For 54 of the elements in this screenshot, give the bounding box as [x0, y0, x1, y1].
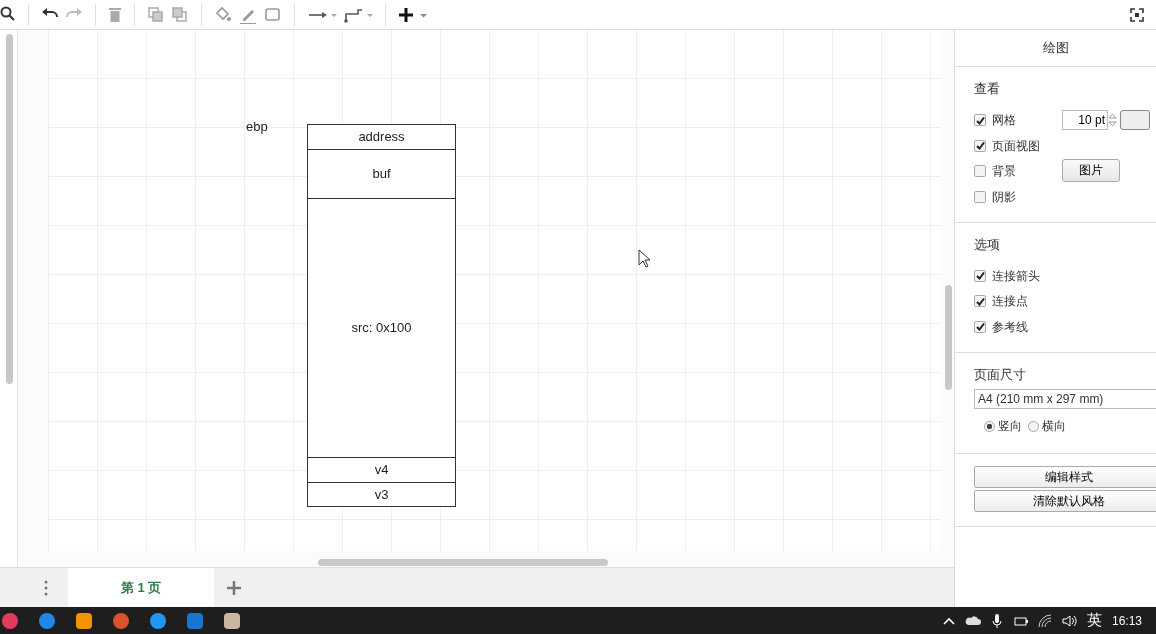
panel-button[interactable]: 编辑样式: [974, 466, 1156, 488]
section-heading: 选项: [974, 235, 1001, 254]
stack-cell-text: address: [357, 128, 406, 147]
app-icon[interactable]: [2, 612, 18, 629]
color-swatch[interactable]: [1120, 110, 1150, 131]
checkbox-label: 网格: [992, 112, 1016, 130]
clock[interactable]: 16:13: [1111, 611, 1142, 630]
stack-cell: v4: [308, 457, 455, 482]
fullscreen-icon[interactable]: [1130, 7, 1144, 22]
image-button[interactable]: 图片: [1062, 158, 1120, 182]
checkbox-label: 背景: [992, 163, 1016, 181]
fill-bucket-icon[interactable]: [214, 5, 232, 24]
app-icon[interactable]: [39, 612, 55, 629]
checkbox[interactable]: [974, 114, 986, 127]
stack-cell: v3: [308, 482, 455, 506]
stack-cell: buf: [308, 149, 455, 198]
stack-cell: src: 0x100: [308, 198, 455, 457]
scrollbar[interactable]: [318, 559, 608, 566]
section-heading: 查看: [974, 80, 1001, 98]
input-method-indicator[interactable]: 英: [1086, 609, 1102, 632]
checkbox[interactable]: [974, 165, 986, 178]
checkbox[interactable]: [974, 139, 986, 152]
shadow-rect-icon[interactable]: [264, 5, 282, 24]
speaker-icon[interactable]: [1060, 612, 1077, 629]
scrollbar[interactable]: [6, 34, 13, 384]
panel-button[interactable]: 清除默认风格: [974, 490, 1156, 512]
app-icon[interactable]: [224, 612, 240, 629]
checkbox-label: 连接箭头: [992, 267, 1040, 285]
scrollbar[interactable]: [945, 285, 952, 390]
checkbox-label: 连接点: [992, 293, 1028, 311]
radio-button[interactable]: [1028, 420, 1039, 432]
app-icon[interactable]: [187, 612, 203, 629]
checkbox-label: 参考线: [992, 318, 1028, 336]
page-tab[interactable]: 第 1 页: [68, 568, 214, 607]
checkbox-label: 页面视图: [992, 137, 1040, 155]
checkbox[interactable]: [974, 295, 986, 308]
checkbox[interactable]: [974, 269, 986, 282]
panel-title: 绘图: [955, 30, 1156, 67]
checkbox[interactable]: [974, 190, 986, 203]
checkbox[interactable]: [974, 320, 986, 333]
section-heading: 页面尺寸: [974, 365, 1027, 384]
app-icon[interactable]: [150, 612, 166, 629]
radio-label: 竖向: [998, 418, 1022, 435]
app-icon[interactable]: [76, 612, 92, 629]
plus-icon[interactable]: [398, 5, 428, 24]
checkbox-label: 阴影: [992, 188, 1016, 206]
radio-label: 横向: [1042, 418, 1066, 435]
diagram-label: ebp: [246, 118, 268, 136]
page-size-select[interactable]: A4 (210 mm x 297 mm): [974, 389, 1156, 409]
wifi-icon[interactable]: [1036, 612, 1053, 629]
app-icon[interactable]: [113, 612, 129, 629]
grid-size-field[interactable]: 10 pt: [1062, 110, 1108, 131]
cursor-icon: [638, 249, 650, 268]
radio-button[interactable]: [984, 420, 995, 432]
